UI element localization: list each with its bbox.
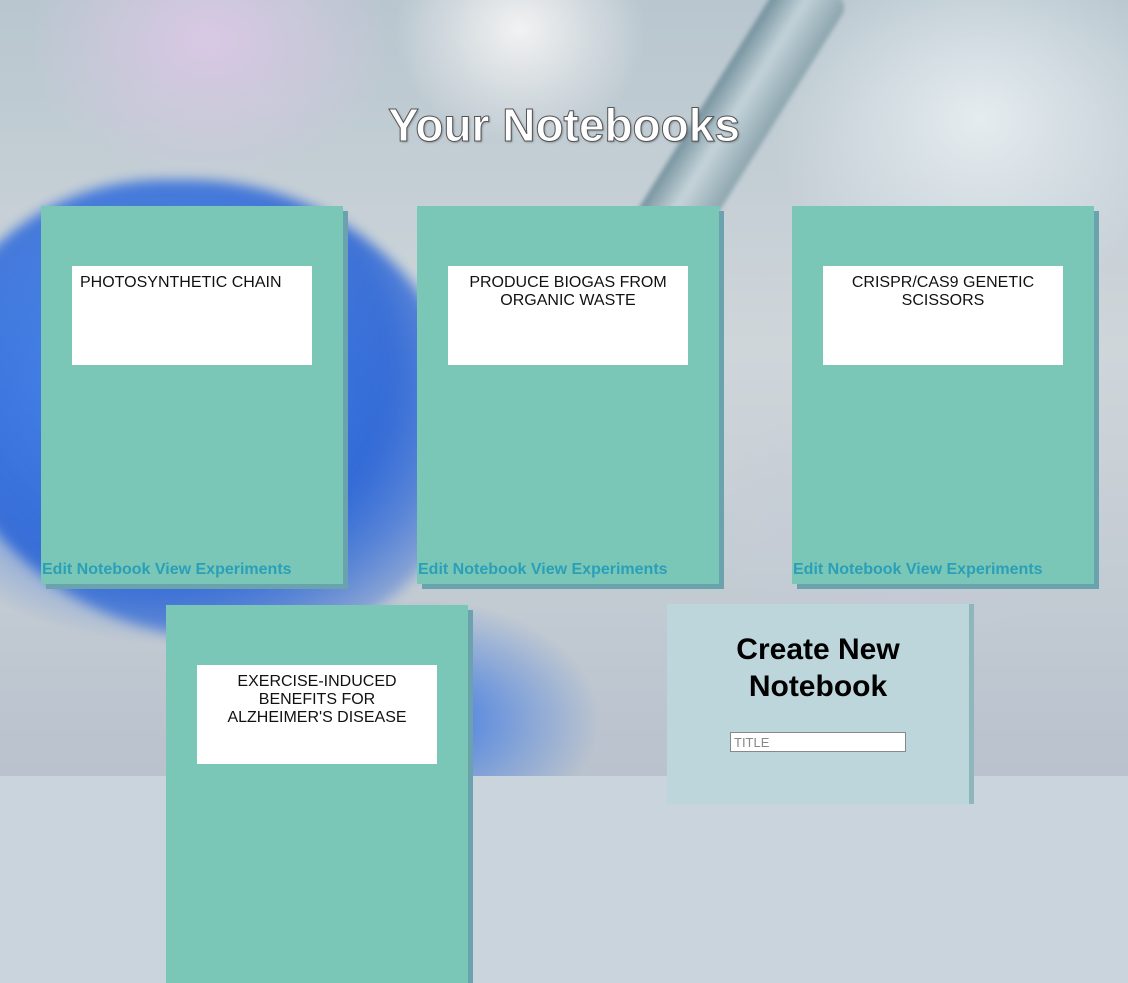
edit-notebook-link[interactable]: Edit Notebook (42, 561, 150, 578)
edit-notebook-link[interactable]: Edit Notebook (793, 561, 901, 578)
create-notebook-panel: Create New Notebook (667, 604, 969, 804)
page-title: Your Notebooks (388, 99, 741, 152)
create-notebook-heading: Create New Notebook (736, 633, 900, 703)
notebook-card: PRODUCE BIOGAS FROM ORGANIC WASTE Edit N… (417, 206, 719, 584)
notebook-title: EXERCISE-INDUCED BENEFITS FOR ALZHEIMER'… (197, 665, 437, 764)
notebook-card: PHOTOSYNTHETIC CHAIN Edit Notebook View … (41, 206, 343, 584)
notebook-actions: Edit Notebook View Experiments (418, 561, 668, 579)
edit-notebook-link[interactable]: Edit Notebook (418, 561, 526, 578)
view-experiments-link[interactable]: View Experiments (531, 561, 668, 578)
notebook-title: CRISPR/CAS9 GENETIC SCISSORS (823, 266, 1063, 365)
view-experiments-link[interactable]: View Experiments (906, 561, 1043, 578)
notebook-card: CRISPR/CAS9 GENETIC SCISSORS Edit Notebo… (792, 206, 1094, 584)
notebook-card: EXERCISE-INDUCED BENEFITS FOR ALZHEIMER'… (166, 605, 468, 983)
notebook-title-input[interactable] (730, 732, 906, 752)
notebook-title: PHOTOSYNTHETIC CHAIN (72, 266, 312, 365)
notebook-actions: Edit Notebook View Experiments (42, 561, 292, 579)
notebook-title: PRODUCE BIOGAS FROM ORGANIC WASTE (448, 266, 688, 365)
view-experiments-link[interactable]: View Experiments (155, 561, 292, 578)
notebook-actions: Edit Notebook View Experiments (793, 561, 1043, 579)
